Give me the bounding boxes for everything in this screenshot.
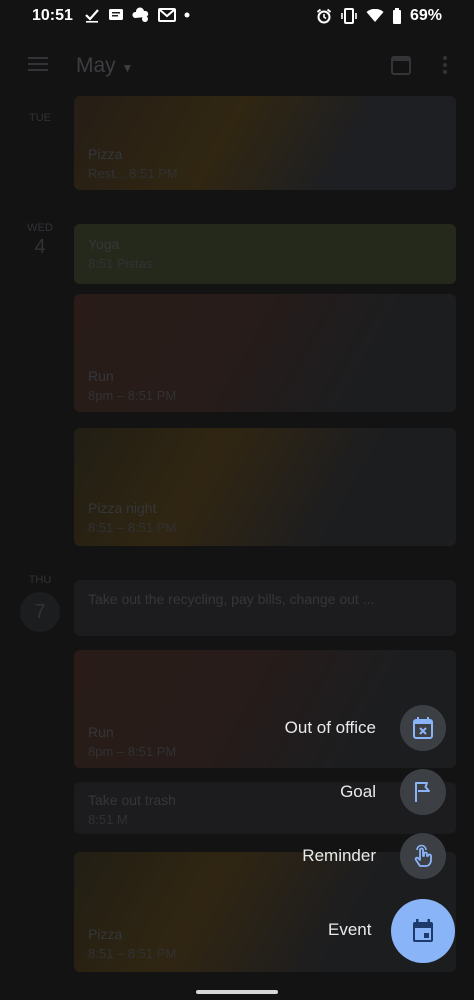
fab-label-reminder[interactable]: Reminder <box>302 846 376 866</box>
cloud-sync-icon <box>132 7 149 22</box>
goal-button[interactable] <box>400 769 446 815</box>
alarm-icon <box>316 8 332 24</box>
reminder-button[interactable] <box>400 833 446 879</box>
out-of-office-button[interactable] <box>400 705 446 751</box>
clock: 10:51 <box>32 7 73 24</box>
fab-goal-row[interactable]: Goal <box>340 769 446 815</box>
wifi-icon <box>366 9 384 22</box>
task-check-icon <box>85 9 99 23</box>
fab-label-out-of-office[interactable]: Out of office <box>285 718 376 738</box>
status-bar: 10:51 69% <box>0 0 474 34</box>
hand-touch-icon <box>414 844 432 867</box>
gmail-icon <box>158 8 176 22</box>
battery-level: 69% <box>409 7 442 24</box>
battery-icon <box>392 8 401 24</box>
home-indicator[interactable] <box>196 990 278 994</box>
fab-reminder-row[interactable]: Reminder <box>302 833 446 879</box>
dot-icon <box>184 12 190 18</box>
message-icon <box>109 9 123 20</box>
calendar-x-icon <box>413 717 433 739</box>
fab-label-goal[interactable]: Goal <box>340 782 376 802</box>
vibrate-icon <box>341 8 357 24</box>
event-fab-button[interactable] <box>391 899 455 963</box>
flag-icon <box>415 782 430 802</box>
calendar-event-icon <box>413 919 433 942</box>
fab-label-event[interactable]: Event <box>328 920 371 940</box>
fab-out-of-office-row[interactable]: Out of office <box>285 705 446 751</box>
